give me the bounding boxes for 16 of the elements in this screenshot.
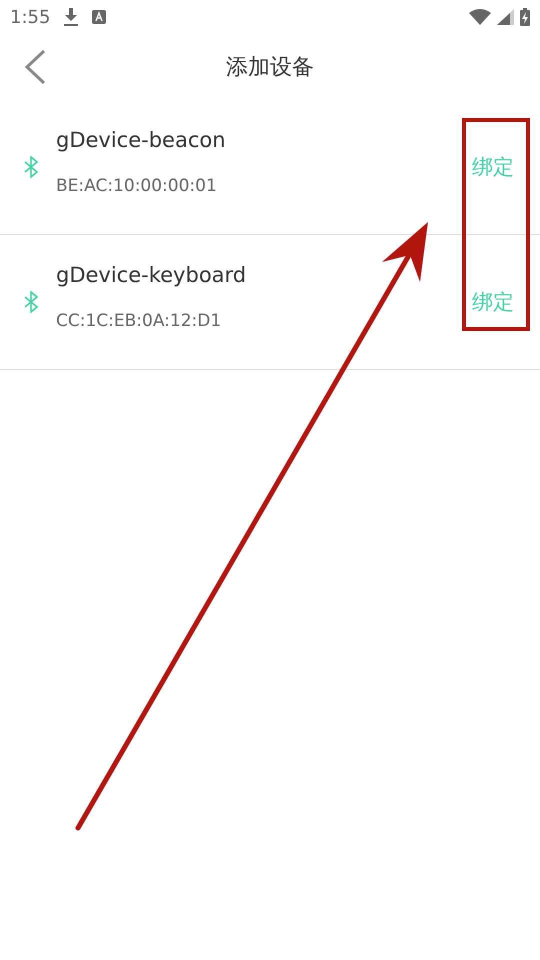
bluetooth-icon [24,156,38,178]
bind-link[interactable]: 绑定 [472,288,514,316]
signal-icon [497,9,514,25]
device-address: BE:AC:10:00:00:01 [56,176,218,196]
status-time: 1:55 [10,6,50,28]
device-name: gDevice-beacon [56,128,227,152]
bind-link[interactable]: 绑定 [472,153,514,181]
battery-icon [520,8,530,26]
device-name: gDevice-keyboard [56,263,248,287]
bluetooth-icon [24,291,38,313]
page-title: 添加设备 [226,54,314,82]
back-icon[interactable] [24,49,46,85]
keyboard-app-icon [92,10,106,24]
download-icon [64,8,78,26]
wifi-icon [469,9,491,25]
device-address: CC:1C:EB:0A:12:D1 [56,311,222,331]
